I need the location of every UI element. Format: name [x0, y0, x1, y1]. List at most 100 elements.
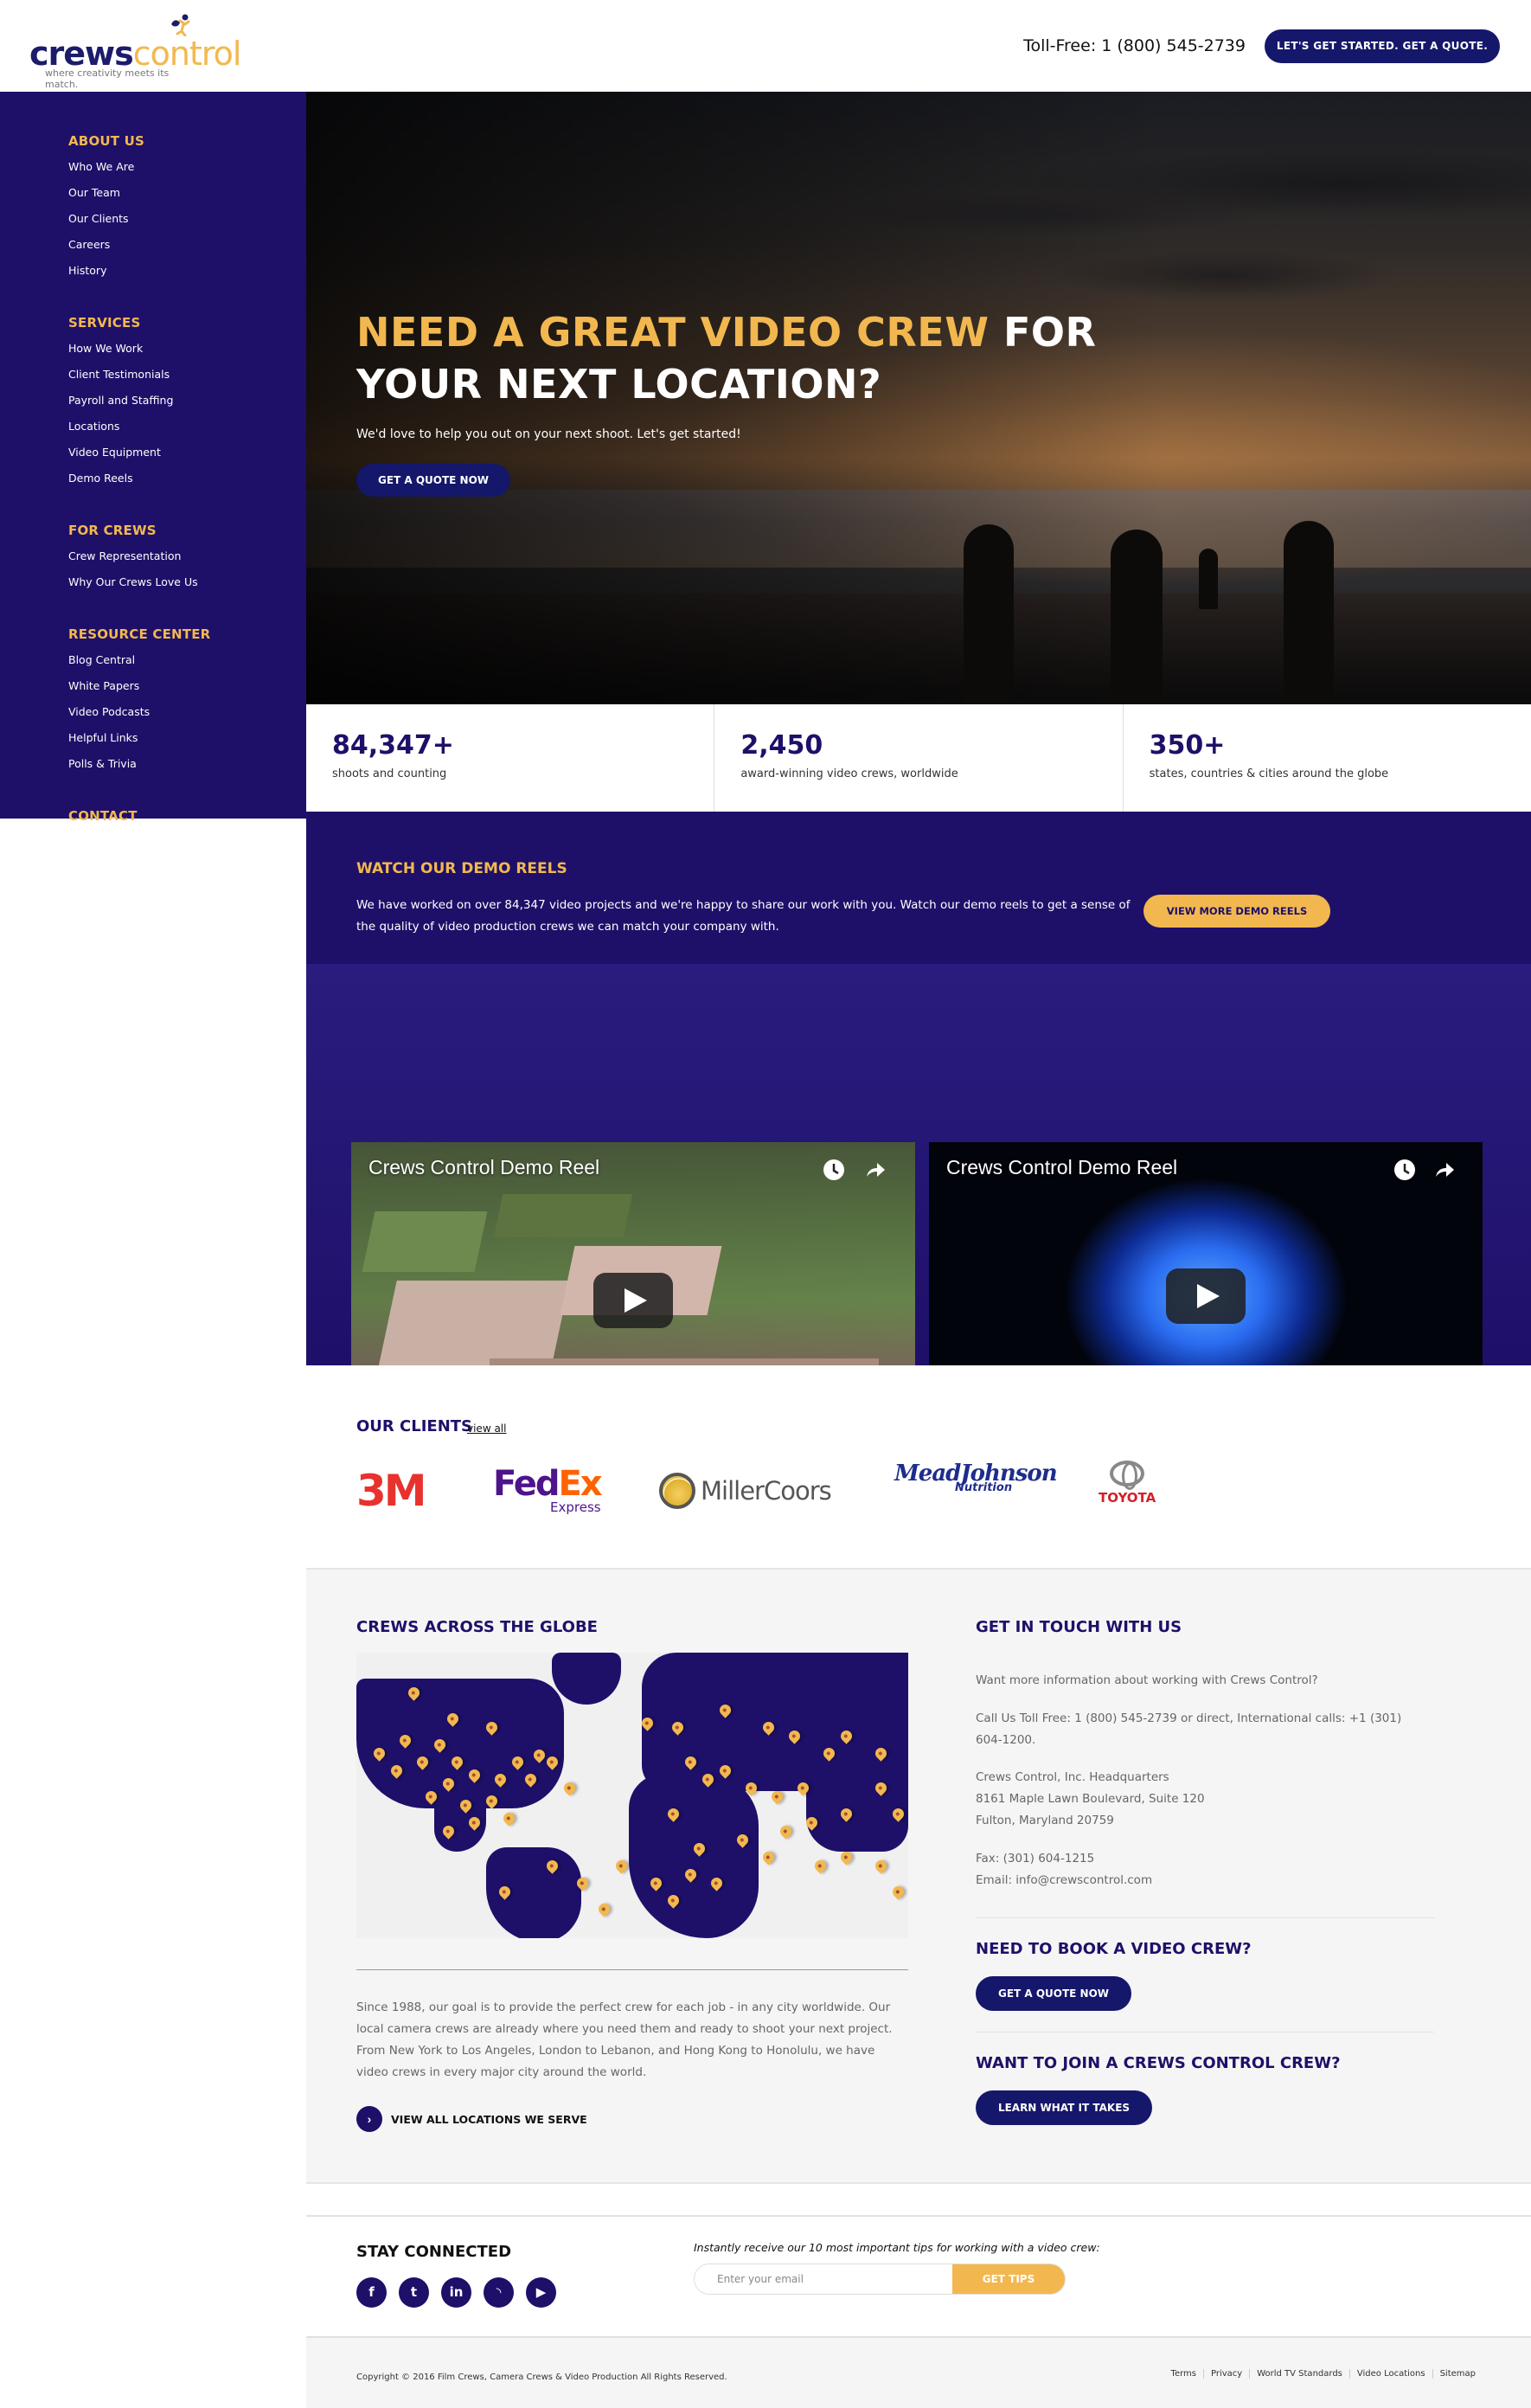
watch-later-icon[interactable]	[1393, 1158, 1417, 1182]
sidebar-item-video-equipment[interactable]: Video Equipment	[68, 445, 306, 471]
clients-view-all-link[interactable]: view all	[467, 1422, 506, 1435]
stat-label: shoots and counting	[332, 767, 447, 780]
social-links: f t in ◝ ▶	[356, 2277, 556, 2308]
sidebar-heading-contact[interactable]: CONTACT	[68, 808, 306, 824]
hero-get-quote-button[interactable]: GET A QUOTE NOW	[356, 464, 510, 497]
contact-fax: Fax: (301) 604-1215	[976, 1852, 1095, 1865]
sidebar-heading-for-crews[interactable]: FOR CREWS	[68, 523, 306, 538]
watch-later-icon[interactable]	[822, 1158, 846, 1182]
stat-value: 2,450	[740, 730, 823, 761]
clients-heading: OUR CLIENTS	[356, 1417, 473, 1435]
chevron-right-icon: ›	[356, 2106, 382, 2132]
runner-icon	[171, 14, 190, 36]
site-footer: Copyright © 2016 Film Crews, Camera Crew…	[306, 2336, 1531, 2408]
sidebar-item-why-crews-love-us[interactable]: Why Our Crews Love Us	[68, 575, 306, 600]
sidebar-item-video-podcasts[interactable]: Video Podcasts	[68, 704, 306, 730]
contact-email[interactable]: Email: info@crewscontrol.com	[976, 1870, 1425, 1891]
millercoors-wordmark: MillerCoors	[701, 1476, 832, 1506]
stay-connected-section: STAY CONNECTED f t in ◝ ▶ Instantly rece…	[306, 2215, 1531, 2334]
share-icon[interactable]	[1432, 1158, 1457, 1182]
play-button[interactable]	[1166, 1268, 1246, 1324]
map-north-america	[356, 1679, 564, 1808]
demo-reels-section: WATCH OUR DEMO REELS We have worked on o…	[306, 812, 1531, 1459]
stats-bar: 84,347+ shoots and counting 2,450 award-…	[306, 704, 1531, 812]
sidebar-item-our-clients[interactable]: Our Clients	[68, 211, 306, 237]
footer-link-video-locations[interactable]: Video Locations	[1348, 2369, 1432, 2379]
sidebar-item-crew-representation[interactable]: Crew Representation	[68, 549, 306, 575]
get-tips-button[interactable]: GET TIPS	[952, 2264, 1065, 2294]
crews-control-logo[interactable]: crewscontrol where creativity meets its …	[29, 14, 241, 90]
video-thumbnail-detail	[493, 1194, 633, 1237]
play-button[interactable]	[593, 1273, 673, 1328]
fedex-subtitle: Express	[550, 1499, 601, 1515]
contact-hq-city: Fulton, Maryland 20759	[976, 1814, 1114, 1827]
sidebar-heading-about-us[interactable]: ABOUT US	[68, 133, 306, 149]
footer-link-world-tv-standards[interactable]: World TV Standards	[1249, 2369, 1349, 2379]
sidebar-item-demo-reels[interactable]: Demo Reels	[68, 471, 306, 497]
contact-hq-name: Crews Control, Inc. Headquarters	[976, 1770, 1169, 1784]
sidebar-item-payroll-staffing[interactable]: Payroll and Staffing	[68, 393, 306, 419]
sidebar-group-services: SERVICES How We Work Client Testimonials…	[0, 315, 306, 497]
map-greenland	[552, 1653, 621, 1705]
demo-reels-heading: WATCH OUR DEMO REELS	[356, 860, 567, 877]
sidebar-item-history[interactable]: History	[68, 263, 306, 289]
book-get-quote-button[interactable]: GET A QUOTE NOW	[976, 1976, 1131, 2011]
divider	[356, 1969, 908, 1970]
sidebar-item-locations[interactable]: Locations	[68, 419, 306, 445]
sidebar-item-helpful-links[interactable]: Helpful Links	[68, 730, 306, 756]
view-all-locations-link[interactable]: › VIEW ALL LOCATIONS WE SERVE	[356, 2106, 587, 2132]
sidebar-item-white-papers[interactable]: White Papers	[68, 678, 306, 704]
footer-link-terms[interactable]: Terms	[1164, 2369, 1203, 2379]
video-thumbnail-detail	[362, 1211, 488, 1272]
sidebar-item-blog-central[interactable]: Blog Central	[68, 652, 306, 678]
sidebar-item-how-we-work[interactable]: How We Work	[68, 341, 306, 367]
location-pin-icon	[778, 1823, 794, 1840]
stat-shoots: 84,347+ shoots and counting	[306, 704, 715, 812]
site-header: crewscontrol where creativity meets its …	[0, 0, 1531, 92]
twitter-icon[interactable]: t	[399, 2277, 429, 2308]
view-more-demo-reels-button[interactable]: VIEW MORE DEMO REELS	[1143, 895, 1330, 928]
view-all-locations-label: VIEW ALL LOCATIONS WE SERVE	[391, 2112, 587, 2126]
sidebar-item-careers[interactable]: Careers	[68, 237, 306, 263]
get-quote-header-button[interactable]: LET'S GET STARTED. GET A QUOTE.	[1265, 29, 1500, 63]
demo-reels-text: We have worked on over 84,347 video proj…	[356, 898, 1131, 934]
youtube-icon[interactable]: ▶	[526, 2277, 556, 2308]
sidebar-heading-resource-center[interactable]: RESOURCE CENTER	[68, 626, 306, 642]
stay-connected-heading: STAY CONNECTED	[356, 2243, 512, 2261]
learn-what-it-takes-button[interactable]: LEARN WHAT IT TAKES	[976, 2090, 1152, 2125]
crew-silhouette	[1199, 549, 1218, 609]
clients-section: OUR CLIENTS view all 3M FedEx Express Mi…	[306, 1365, 1531, 1568]
sidebar-item-client-testimonials[interactable]: Client Testimonials	[68, 367, 306, 393]
map-africa	[629, 1774, 759, 1938]
client-logo-mead-johnson: MeadJohnson Nutrition	[894, 1461, 1058, 1521]
location-pin-icon	[501, 1810, 517, 1827]
facebook-icon[interactable]: f	[356, 2277, 387, 2308]
contact-phone: Call Us Toll Free: 1 (800) 545-2739 or d…	[976, 1711, 1402, 1747]
contact-heading: GET IN TOUCH WITH US	[976, 1618, 1182, 1636]
millercoors-emblem-icon	[659, 1473, 695, 1509]
world-map	[356, 1653, 908, 1938]
demo-reels-intro: WATCH OUR DEMO REELS We have worked on o…	[306, 812, 1531, 964]
location-pin-icon	[838, 1849, 855, 1865]
tollfree-phone[interactable]: Toll-Free: 1 (800) 545-2739	[1023, 36, 1246, 55]
sidebar-item-polls-trivia[interactable]: Polls & Trivia	[68, 756, 306, 782]
footer-link-privacy[interactable]: Privacy	[1202, 2369, 1249, 2379]
sidebar-item-our-team[interactable]: Our Team	[68, 185, 306, 211]
stat-label: award-winning video crews, worldwide	[740, 767, 958, 780]
stat-value: 84,347+	[332, 730, 454, 761]
footer-link-sitemap[interactable]: Sitemap	[1432, 2369, 1483, 2379]
contact-intro: Want more information about working with…	[976, 1673, 1318, 1687]
rss-icon[interactable]: ◝	[484, 2277, 514, 2308]
tips-label: Instantly receive our 10 most important …	[694, 2241, 1100, 2254]
share-icon[interactable]	[863, 1158, 887, 1182]
linkedin-icon[interactable]: in	[441, 2277, 471, 2308]
stat-value: 350+	[1149, 730, 1226, 761]
sidebar-item-who-we-are[interactable]: Who We Are	[68, 159, 306, 185]
globe-contact-section: CREWS ACROSS THE GLOBE Since 1988, our g…	[306, 1568, 1531, 2184]
demo-reels-videos: Crews Control Demo Reel Crews Control De…	[306, 964, 1531, 1459]
sidebar-nav: ABOUT US Who We Are Our Team Our Clients…	[0, 92, 306, 824]
email-input[interactable]	[695, 2264, 952, 2294]
globe-description: Since 1988, our goal is to provide the p…	[356, 2000, 893, 2079]
sidebar-heading-services[interactable]: SERVICES	[68, 315, 306, 331]
logo-tagline: where creativity meets its match.	[45, 67, 170, 90]
